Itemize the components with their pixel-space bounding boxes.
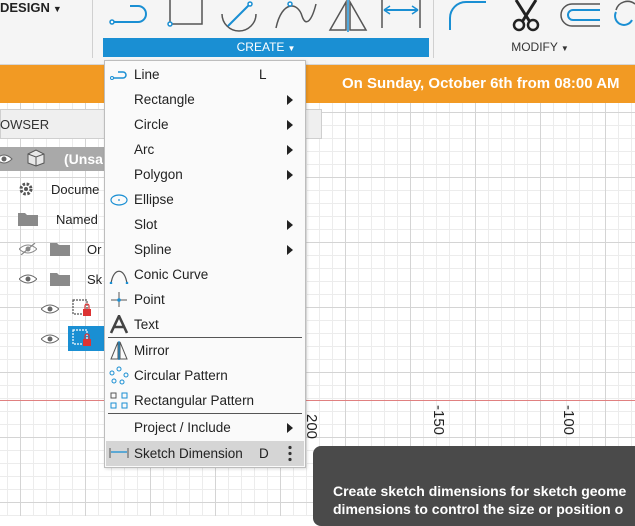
- menu-item-sketch-dimension[interactable]: Sketch Dimension D: [106, 441, 304, 466]
- submenu-arrow-icon: [287, 245, 293, 255]
- menu-item-label: Rectangular Pattern: [134, 393, 255, 408]
- menu-item-project-include[interactable]: Project / Include: [106, 415, 304, 440]
- design-label: DESIGN: [0, 0, 50, 15]
- submenu-arrow-icon: [287, 95, 293, 105]
- eye-hidden-icon[interactable]: [19, 243, 37, 255]
- eye-icon[interactable]: [0, 153, 18, 165]
- text-icon: [109, 315, 129, 334]
- more-options-icon[interactable]: [287, 445, 293, 462]
- spline-tool-icon[interactable]: [272, 0, 320, 32]
- design-workspace-button[interactable]: DESIGN ▼: [0, 0, 90, 18]
- submenu-arrow-icon: [287, 423, 293, 433]
- eye-icon[interactable]: [19, 273, 37, 285]
- submenu-arrow-icon: [287, 145, 293, 155]
- rectangular-pattern-icon: [110, 392, 128, 409]
- sketch-locked-icon: [72, 329, 91, 346]
- toolbar-divider: [433, 0, 434, 58]
- line-tool-icon[interactable]: [108, 0, 154, 32]
- browser-row-label[interactable]: Docume: [51, 182, 99, 197]
- gear-icon: [19, 182, 33, 196]
- menu-item-label: Arc: [134, 142, 155, 157]
- menu-item-rectangular-pattern[interactable]: Rectangular Pattern: [106, 388, 304, 413]
- modify-menu-button[interactable]: MODIFY ▼: [445, 38, 635, 57]
- submenu-arrow-icon: [287, 120, 293, 130]
- submenu-arrow-icon: [287, 220, 293, 230]
- menu-item-label: Slot: [134, 217, 158, 232]
- menu-item-rectangle[interactable]: Rectangle: [106, 87, 304, 112]
- menu-item-slot[interactable]: Slot: [106, 212, 304, 237]
- menu-item-circle[interactable]: Circle: [106, 112, 304, 137]
- trim-scissors-icon[interactable]: [506, 0, 546, 32]
- browser-row-label[interactable]: Sk: [87, 272, 102, 287]
- menu-item-label: Line: [134, 67, 160, 82]
- menu-item-label: Mirror: [134, 343, 170, 358]
- menu-item-label: Point: [134, 292, 165, 307]
- mirror-icon: [110, 341, 128, 360]
- menu-item-label: Spline: [134, 242, 172, 257]
- component-cube-icon: [27, 149, 45, 167]
- browser-title: OWSER: [0, 117, 50, 132]
- tooltip-text: dimensions to control the size or positi…: [333, 501, 624, 517]
- point-icon: [111, 292, 127, 307]
- conic-curve-icon: [109, 270, 129, 284]
- folder-icon: [50, 243, 70, 256]
- menu-separator: [108, 413, 302, 414]
- browser-row-label[interactable]: Named: [56, 212, 98, 227]
- menu-item-text[interactable]: Text: [106, 312, 304, 337]
- menu-item-line[interactable]: Line L: [106, 62, 304, 87]
- browser-root-label: (Unsa: [64, 151, 103, 167]
- rectangle-tool-icon[interactable]: [166, 0, 206, 32]
- chevron-down-icon: ▼: [287, 44, 296, 53]
- menu-item-arc[interactable]: Arc: [106, 137, 304, 162]
- sketch-dimension-tool-icon[interactable]: [378, 0, 424, 32]
- eye-icon[interactable]: [41, 303, 59, 315]
- chevron-down-icon: ▼: [560, 44, 569, 53]
- circle-tool-icon[interactable]: [218, 0, 260, 32]
- create-menu-button[interactable]: CREATE ▼: [103, 38, 429, 57]
- menu-item-mirror[interactable]: Mirror: [106, 338, 304, 363]
- menu-item-label: Conic Curve: [134, 267, 209, 282]
- menu-item-conic-curve[interactable]: Conic Curve: [106, 262, 304, 287]
- line-icon: [110, 71, 127, 80]
- menu-item-label: Circle: [134, 117, 169, 132]
- axis-label: -100: [560, 405, 577, 436]
- menu-item-spline[interactable]: Spline: [106, 237, 304, 262]
- menu-item-label: Sketch Dimension: [134, 446, 243, 461]
- chevron-down-icon: ▼: [52, 4, 62, 14]
- menu-item-polygon[interactable]: Polygon: [106, 162, 304, 187]
- menu-item-ellipse[interactable]: Ellipse: [106, 187, 304, 212]
- folder-icon: [18, 213, 38, 226]
- modify-label: MODIFY: [511, 40, 558, 54]
- banner-text: On Sunday, October 6th from 08:00 AM: [342, 75, 620, 92]
- menu-item-label: Rectangle: [134, 92, 195, 107]
- menu-item-label: Text: [134, 317, 159, 332]
- fillet-tool-icon[interactable]: [446, 0, 490, 32]
- menu-item-label: Circular Pattern: [134, 368, 228, 383]
- menu-item-shortcut: L: [259, 67, 267, 82]
- folder-icon: [50, 273, 70, 286]
- menu-item-shortcut: D: [259, 446, 269, 461]
- sketch-dimension-icon: [109, 448, 129, 458]
- circular-pattern-icon: [109, 366, 129, 385]
- menu-item-label: Ellipse: [134, 192, 174, 207]
- mirror-tool-icon[interactable]: [326, 0, 370, 32]
- submenu-arrow-icon: [287, 170, 293, 180]
- extend-tool-icon[interactable]: [608, 0, 635, 32]
- tooltip-text: Create sketch dimensions for sketch geom…: [333, 483, 627, 499]
- menu-item-circular-pattern[interactable]: Circular Pattern: [106, 363, 304, 388]
- toolbar-divider: [92, 0, 93, 58]
- menu-item-label: Polygon: [134, 167, 183, 182]
- create-label: CREATE: [236, 40, 285, 54]
- browser-row-label[interactable]: Or: [87, 242, 101, 257]
- offset-tool-icon[interactable]: [556, 0, 602, 32]
- x-axis-line: [0, 400, 635, 401]
- ellipse-icon: [110, 194, 128, 206]
- axis-label: -150: [430, 405, 447, 436]
- sketch-locked-icon: [72, 299, 91, 316]
- menu-item-label: Project / Include: [134, 420, 231, 435]
- eye-icon[interactable]: [41, 333, 59, 345]
- menu-item-point[interactable]: Point: [106, 287, 304, 312]
